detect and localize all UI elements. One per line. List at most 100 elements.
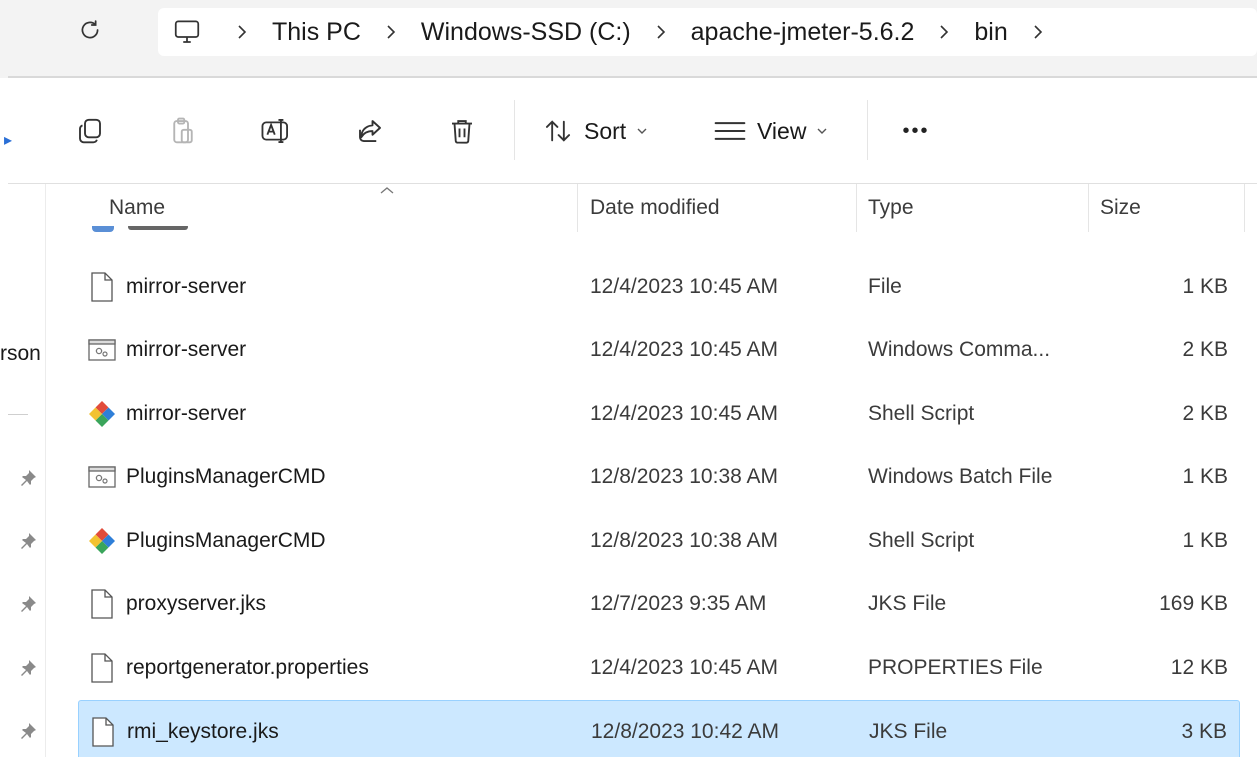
file-name: PluginsManagerCMD [126, 465, 326, 489]
trash-icon [452, 120, 472, 144]
sort-button[interactable]: Sort [542, 106, 648, 156]
pin-icon[interactable] [18, 658, 38, 678]
more-options-button[interactable]: ••• [894, 106, 938, 156]
file-size: 169 KB [1159, 592, 1228, 616]
pin-icon[interactable] [18, 468, 38, 488]
file-size: 3 KB [1181, 720, 1227, 744]
file-size: 2 KB [1182, 401, 1228, 425]
chevron-down-icon [636, 127, 648, 135]
column-divider[interactable] [1088, 184, 1089, 232]
file-size: 2 KB [1182, 338, 1228, 362]
column-divider[interactable] [577, 184, 578, 232]
file-size: 1 KB [1182, 528, 1228, 552]
file-row[interactable]: proxyserver.jks 12/7/2023 9:35 AM JKS File… [78, 573, 1240, 637]
file-row[interactable]: PluginsManagerCMD 12/8/2023 10:38 AM Windo… [78, 446, 1240, 510]
file-name: rmi_keystore.jks [127, 720, 279, 744]
paste-button[interactable] [163, 106, 203, 156]
file-size: 1 KB [1182, 274, 1228, 298]
file-row[interactable]: mirror-server 12/4/2023 10:45 AM Shell Scr… [78, 382, 1240, 446]
share-icon [359, 120, 381, 142]
file-type: Windows Comma... [868, 338, 1051, 362]
view-button[interactable]: View [713, 106, 828, 156]
file-type: Shell Script [868, 401, 975, 425]
column-header-name[interactable]: Name [109, 196, 165, 220]
breadcrumb-drive[interactable]: Windows-SSD (C:) [421, 18, 631, 47]
chevron-down-icon [816, 127, 828, 135]
toolbar-divider [514, 100, 515, 160]
column-divider[interactable] [856, 184, 857, 232]
rename-button[interactable] [256, 106, 296, 156]
file-size: 12 KB [1170, 655, 1228, 679]
address-bar: This PC Windows-SSD (C:) apache-jmeter-5… [0, 0, 1257, 78]
this-pc-icon[interactable] [172, 17, 202, 47]
rename-icon [261, 119, 288, 143]
refresh-button[interactable] [72, 12, 108, 48]
file-date-modified: 12/4/2023 10:45 AM [590, 401, 778, 425]
command-bar: ▸ Sort View ••• [0, 78, 1257, 184]
column-divider[interactable] [1244, 184, 1245, 232]
nav-item-partial[interactable]: rson [0, 342, 41, 366]
column-header-type[interactable]: Type [868, 196, 914, 220]
git-shell-icon [86, 382, 118, 446]
paste-icon [173, 117, 193, 144]
file-date-modified: 12/4/2023 10:45 AM [590, 338, 778, 362]
file-name: proxyserver.jks [126, 592, 267, 616]
file-date-modified: 12/8/2023 10:38 AM [590, 528, 778, 552]
pin-icon[interactable] [18, 531, 38, 551]
batch-file-icon [86, 446, 118, 510]
file-size: 1 KB [1182, 465, 1228, 489]
copy-button[interactable] [70, 106, 110, 156]
sort-arrows-icon [545, 120, 571, 142]
delete-button[interactable] [442, 106, 482, 156]
breadcrumb-separator-icon[interactable] [236, 23, 248, 41]
file-type: File [868, 274, 902, 298]
batch-file-icon [86, 319, 118, 383]
file-type: Windows Batch File [868, 465, 1053, 489]
sort-label: Sort [584, 117, 627, 144]
breadcrumb-bin-folder[interactable]: bin [974, 18, 1007, 47]
nav-divider [8, 414, 28, 415]
nav-expand-icon[interactable]: ▸ [4, 130, 12, 150]
file-name: reportgenerator.properties [126, 655, 369, 679]
file-row[interactable]: rmi_keystore.jks 12/8/2023 10:42 AM JKS Fi… [78, 699, 1240, 757]
copy-icon [79, 118, 101, 144]
file-name: mirror-server [126, 401, 247, 425]
file-date-modified: 12/4/2023 10:45 AM [590, 655, 778, 679]
breadcrumb-separator-icon[interactable] [655, 23, 667, 41]
file-name: mirror-server [126, 338, 247, 362]
pin-icon[interactable] [18, 721, 38, 741]
file-row[interactable]: mirror-server 12/4/2023 10:45 AM Windows C… [78, 319, 1240, 383]
breadcrumb[interactable]: This PC Windows-SSD (C:) apache-jmeter-5… [158, 8, 1257, 56]
breadcrumb-this-pc[interactable]: This PC [272, 18, 361, 47]
column-header-size[interactable]: Size [1100, 196, 1141, 220]
breadcrumb-jmeter-folder[interactable]: apache-jmeter-5.6.2 [691, 18, 915, 47]
file-row[interactable]: reportgenerator.properties 12/4/2023 10:4… [78, 636, 1240, 700]
refresh-icon [81, 20, 99, 39]
blank-file-icon [86, 636, 118, 700]
breadcrumb-separator-icon[interactable] [385, 23, 397, 41]
blank-file-icon [86, 573, 118, 637]
view-list-icon [714, 122, 746, 140]
file-row[interactable]: mirror-server 12/4/2023 10:45 AM File 1 KB [78, 255, 1240, 319]
file-name: mirror-server [126, 274, 247, 298]
pin-icon[interactable] [18, 594, 38, 614]
file-type: JKS File [869, 720, 948, 744]
file-date-modified: 12/8/2023 10:38 AM [590, 465, 778, 489]
view-label: View [757, 117, 807, 144]
file-name: PluginsManagerCMD [126, 528, 326, 552]
sort-ascending-caret-icon [380, 187, 394, 194]
toolbar-divider [867, 100, 868, 160]
file-type: JKS File [868, 592, 947, 616]
file-date-modified: 12/7/2023 9:35 AM [590, 592, 767, 616]
column-header-date[interactable]: Date modified [590, 196, 720, 220]
file-date-modified: 12/4/2023 10:45 AM [590, 274, 778, 298]
more-icon: ••• [902, 119, 930, 142]
file-row[interactable]: PluginsManagerCMD 12/8/2023 10:38 AM Shell… [78, 509, 1240, 573]
breadcrumb-separator-icon[interactable] [1032, 23, 1044, 41]
breadcrumb-separator-icon[interactable] [938, 23, 950, 41]
file-date-modified: 12/8/2023 10:42 AM [591, 720, 779, 744]
navigation-pane: rson [0, 184, 46, 757]
share-button[interactable] [350, 106, 390, 156]
file-type: Shell Script [868, 528, 975, 552]
blank-file-icon [87, 701, 119, 757]
